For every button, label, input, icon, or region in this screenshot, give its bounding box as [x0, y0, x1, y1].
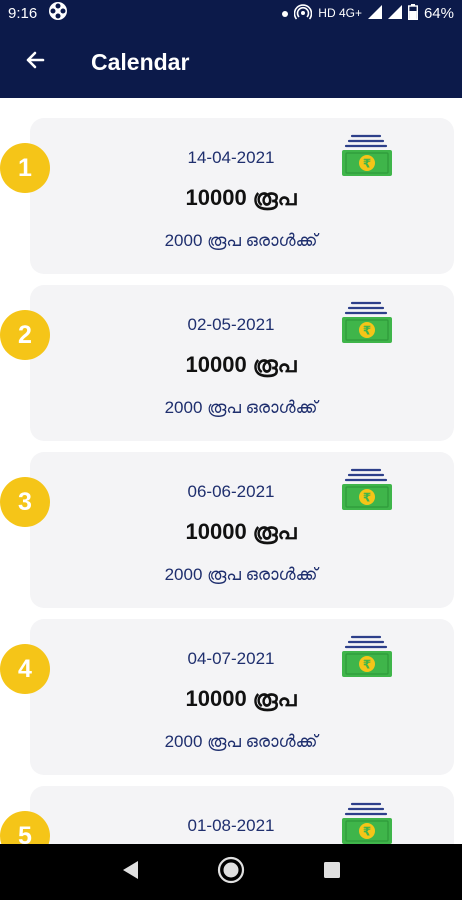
installment-card[interactable]: ₹ 02-05-2021 10000 രൂപ 2000 രൂപ ഒരാൾക്ക്	[30, 285, 454, 441]
installment-amount: 10000 രൂപ	[185, 686, 297, 711]
installment-date: 14-04-2021	[187, 148, 275, 167]
status-bar: 9:16 HD 4G+ 64%	[0, 0, 462, 26]
dot-icon	[282, 6, 289, 20]
battery-icon	[407, 3, 418, 23]
installment-list[interactable]: ₹ 14-04-2021 10000 രൂപ 2000 രൂപ ഒരാൾക്ക്…	[0, 98, 462, 844]
signal-icon-2	[387, 4, 402, 22]
installment-per-person: 2000 രൂപ ഒരാൾക്ക്	[164, 231, 318, 250]
page-title: Calendar	[91, 48, 190, 75]
status-time: 9:16	[8, 4, 38, 22]
square-recents-icon	[322, 860, 342, 885]
installment-number-badge: 4	[0, 644, 50, 694]
nav-home-button[interactable]	[211, 852, 251, 892]
nav-back-button[interactable]	[110, 852, 150, 892]
installment-card[interactable]: ₹ 04-07-2021 10000 രൂപ 2000 രൂപ ഒരാൾക്ക്	[30, 619, 454, 775]
circle-home-icon	[217, 856, 245, 889]
installment-per-person: 2000 രൂപ ഒരാൾക്ക്	[164, 732, 318, 751]
installment-card[interactable]: ₹ 06-06-2021 10000 രൂപ 2000 രൂപ ഒരാൾക്ക്	[30, 452, 454, 608]
installment-number-badge: 2	[0, 310, 50, 360]
installment-per-person: 2000 രൂപ ഒരാൾക്ക്	[164, 565, 318, 584]
back-button[interactable]	[0, 26, 70, 98]
installment-card[interactable]: ₹ 01-08-2021	[30, 786, 454, 844]
triangle-back-icon	[120, 859, 140, 886]
battery-level: 64%	[423, 4, 454, 22]
arrow-left-icon	[23, 48, 47, 77]
hotspot-icon	[294, 3, 313, 23]
installment-date: 04-07-2021	[187, 649, 275, 668]
installment-date: 01-08-2021	[187, 816, 275, 835]
installment-number-badge: 1	[0, 143, 50, 193]
network-type: HD 4G+	[318, 6, 362, 20]
installment-per-person: 2000 രൂപ ഒരാൾക്ക്	[164, 398, 318, 417]
app-notification-icon	[47, 0, 69, 26]
system-nav-bar	[0, 844, 462, 900]
app-bar: Calendar	[0, 26, 462, 98]
signal-icon	[367, 4, 382, 22]
installment-date: 02-05-2021	[187, 315, 275, 334]
installment-amount: 10000 രൂപ	[185, 185, 297, 210]
installment-amount: 10000 രൂപ	[185, 352, 297, 377]
installment-amount: 10000 രൂപ	[185, 519, 297, 544]
installment-card[interactable]: ₹ 14-04-2021 10000 രൂപ 2000 രൂപ ഒരാൾക്ക്	[30, 118, 454, 274]
installment-number-badge: 3	[0, 477, 50, 527]
installment-date: 06-06-2021	[187, 482, 275, 501]
nav-recents-button[interactable]	[312, 852, 352, 892]
